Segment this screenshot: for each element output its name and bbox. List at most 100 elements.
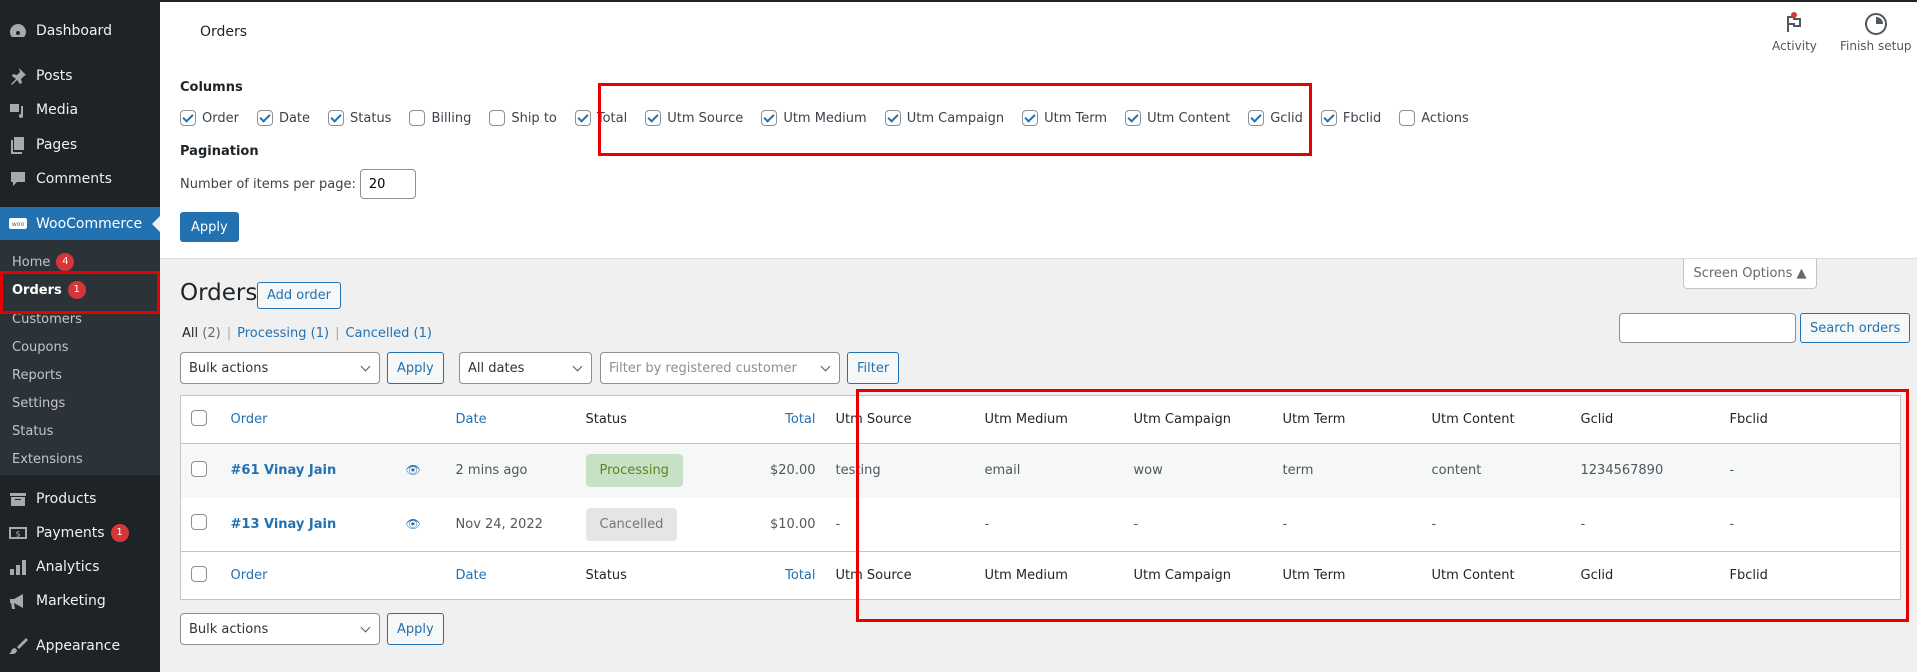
column-checkbox[interactable] — [645, 110, 662, 126]
column-footer-gclid: Gclid — [1571, 552, 1720, 600]
column-checkbox[interactable] — [180, 110, 196, 126]
submenu-orders[interactable]: Orders 1 — [12, 279, 86, 301]
svg-text:$: $ — [15, 530, 20, 539]
column-checkbox[interactable] — [409, 110, 426, 126]
separator: | — [226, 326, 232, 341]
submenu-home[interactable]: Home 4 — [12, 251, 75, 273]
menu-products[interactable]: Products — [0, 482, 160, 516]
menu-media[interactable]: Media — [0, 93, 160, 127]
screen-options-toggle[interactable]: Screen Options ▲ — [1683, 259, 1817, 289]
column-checkbox[interactable] — [1248, 110, 1265, 126]
add-order-button[interactable]: Add order — [257, 282, 341, 309]
screen-options-apply-button[interactable]: Apply — [180, 212, 239, 242]
view-processing[interactable]: Processing (1) — [237, 326, 329, 341]
fbclid-cell: - — [1729, 463, 1735, 479]
table-row[interactable]: #13 Vinay Jain 👁 Nov 24, 2022 Cancelled … — [181, 498, 1901, 552]
submenu-status[interactable]: Status — [12, 420, 53, 442]
search-orders-button[interactable]: Search orders — [1800, 313, 1911, 343]
submenu-label: Customers — [12, 311, 82, 327]
date-filter-select[interactable]: All dates — [459, 352, 592, 384]
order-link[interactable]: #13 Vinay Jain — [231, 517, 337, 532]
column-checkbox[interactable] — [884, 110, 901, 126]
archive-icon — [0, 489, 36, 509]
submenu-reports[interactable]: Reports — [12, 364, 62, 386]
column-toggle-fbclid[interactable]: Fbclid — [1320, 110, 1381, 126]
view-cancelled[interactable]: Cancelled (1) — [345, 326, 431, 341]
column-toggle-utm-term[interactable]: Utm Term — [1022, 110, 1107, 126]
table-row[interactable]: #61 Vinay Jain 👁 2 mins ago Processing $… — [180, 443, 1901, 498]
menu-pages[interactable]: Pages — [0, 128, 160, 162]
view-all[interactable]: All (2) — [182, 326, 221, 341]
menu-woocommerce[interactable]: woo WooCommerce — [0, 207, 160, 241]
select-all-checkbox[interactable] — [191, 565, 207, 582]
column-toggle-order[interactable]: Order — [180, 110, 239, 126]
customer-filter-select[interactable]: Filter by registered customer — [600, 352, 840, 384]
row-checkbox[interactable] — [191, 514, 207, 531]
column-toggle-label: Utm Campaign — [906, 110, 1005, 126]
submenu-settings[interactable]: Settings — [12, 392, 65, 414]
column-checkbox[interactable] — [256, 110, 273, 126]
flag-icon — [1787, 12, 1802, 32]
column-checkbox[interactable] — [489, 110, 506, 126]
row-checkbox[interactable] — [191, 460, 207, 477]
column-toggle-utm-campaign[interactable]: Utm Campaign — [884, 110, 1005, 126]
column-header-total[interactable]: Total — [721, 396, 826, 444]
column-footer-date[interactable]: Date — [446, 552, 576, 600]
column-toggle-utm-content[interactable]: Utm Content — [1125, 110, 1230, 126]
menu-marketing[interactable]: Marketing — [0, 584, 160, 618]
menu-label: WooCommerce — [36, 216, 143, 232]
column-toggle-ship-to[interactable]: Ship to — [489, 110, 557, 126]
column-toggle-status[interactable]: Status — [328, 110, 391, 126]
column-footer-order[interactable]: Order — [221, 552, 446, 600]
column-toggle-date[interactable]: Date — [256, 110, 310, 126]
menu-appearance[interactable]: Appearance — [0, 629, 160, 663]
column-checkbox[interactable] — [328, 110, 345, 126]
column-footer-total[interactable]: Total — [721, 552, 826, 600]
submenu-extensions[interactable]: Extensions — [12, 448, 83, 470]
column-checkbox[interactable] — [1125, 110, 1142, 126]
column-header-date[interactable]: Date — [446, 396, 576, 444]
notification-badge: 1 — [67, 281, 86, 299]
column-toggle-actions[interactable]: Actions — [1399, 110, 1469, 126]
search-orders-input[interactable] — [1619, 313, 1796, 343]
order-link[interactable]: #61 Vinay Jain — [231, 463, 337, 478]
select-all-cell — [181, 396, 221, 444]
eye-preview-icon[interactable]: 👁 — [406, 517, 421, 531]
items-per-page-input[interactable] — [359, 169, 416, 199]
menu-analytics[interactable]: Analytics — [0, 550, 160, 584]
column-checkbox[interactable] — [1022, 110, 1039, 126]
submenu-label: Home — [12, 254, 51, 270]
column-header-order[interactable]: Order — [221, 396, 446, 444]
column-checkbox[interactable] — [761, 110, 778, 126]
chevron-down-icon — [820, 361, 831, 372]
menu-posts[interactable]: Posts — [0, 59, 160, 93]
table-header-row: Order Date Status Total Utm Source Utm M… — [180, 396, 1901, 444]
column-toggle-utm-medium[interactable]: Utm Medium — [761, 110, 867, 126]
utm-medium-cell: - — [984, 516, 990, 532]
finish-setup-button[interactable]: Finish setup — [1840, 12, 1912, 53]
submenu-coupons[interactable]: Coupons — [12, 336, 69, 358]
column-toggle-billing[interactable]: Billing — [409, 110, 471, 126]
menu-comments[interactable]: Comments — [0, 162, 160, 196]
activity-button[interactable]: Activity — [1772, 12, 1817, 53]
filter-button[interactable]: Filter — [847, 352, 900, 384]
column-checkbox[interactable] — [1399, 110, 1416, 126]
column-toggle-total[interactable]: Total — [574, 110, 627, 126]
bulk-actions-select-bottom[interactable]: Bulk actions — [180, 613, 380, 645]
select-all-checkbox[interactable] — [191, 409, 207, 426]
column-toggle-utm-source[interactable]: Utm Source — [645, 110, 743, 126]
menu-payments[interactable]: $ Payments 1 — [0, 516, 160, 550]
footer-label: Utm Source — [835, 568, 912, 583]
column-checkbox[interactable] — [1320, 110, 1337, 126]
submenu-label: Reports — [12, 367, 62, 383]
menu-dashboard[interactable]: Dashboard — [0, 14, 160, 48]
submenu-customers[interactable]: Customers — [12, 308, 82, 330]
bulk-actions-select[interactable]: Bulk actions — [180, 352, 380, 384]
bulk-apply-button-bottom[interactable]: Apply — [387, 613, 444, 645]
column-toggle-gclid[interactable]: Gclid — [1248, 110, 1303, 126]
column-checkbox[interactable] — [574, 110, 591, 126]
bulk-apply-button[interactable]: Apply — [387, 352, 444, 384]
eye-preview-icon[interactable]: 👁 — [406, 463, 421, 477]
column-toggle-label: Utm Term — [1044, 110, 1108, 126]
pin-icon — [0, 66, 36, 86]
